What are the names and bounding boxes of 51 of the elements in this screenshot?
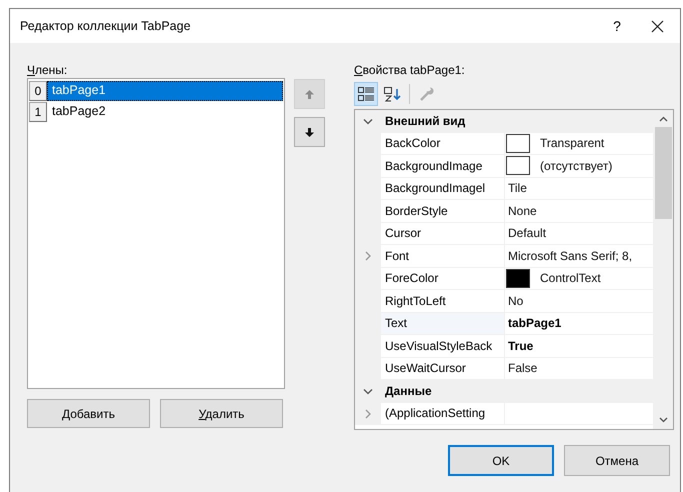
- move-up-button[interactable]: [294, 79, 325, 109]
- down-arrow-icon: [305, 128, 314, 136]
- property-name[interactable]: BackgroundImage: [381, 155, 504, 176]
- index-badge: 0: [29, 80, 47, 100]
- property-name[interactable]: BackgroundImagel: [381, 178, 504, 199]
- toolbar-button[interactable]: [354, 82, 378, 106]
- sort-az-icon: [384, 86, 400, 102]
- property-value[interactable]: True: [508, 336, 534, 355]
- property-value[interactable]: Transparent: [540, 134, 604, 152]
- property-name[interactable]: BorderStyle: [381, 200, 504, 222]
- property-value[interactable]: ControlText: [540, 269, 601, 288]
- property-name[interactable]: UseVisualStyleBack: [381, 335, 504, 356]
- property-value[interactable]: False: [508, 359, 538, 378]
- action-button[interactable]: Удалить: [160, 399, 283, 428]
- property-value[interactable]: Tile: [508, 179, 527, 198]
- up-arrow-icon: [305, 90, 314, 98]
- property-name[interactable]: Text: [381, 312, 504, 334]
- property-value[interactable]: Default: [508, 224, 546, 242]
- properties-label: Свойства tabPage1:: [354, 62, 466, 78]
- scroll-up-icon: [658, 116, 668, 122]
- wrench-icon: [419, 86, 435, 102]
- collapse-chevron-icon[interactable]: [363, 118, 373, 125]
- scroll-down-icon: [658, 417, 668, 423]
- property-value[interactable]: (отсутствует): [540, 156, 612, 175]
- property-name[interactable]: RightToLeft: [381, 290, 504, 312]
- window-title: Редактор коллекции TabPage: [20, 18, 191, 35]
- property-name[interactable]: UseWaitCursor: [381, 358, 504, 379]
- dialog-button[interactable]: Отмена: [564, 445, 670, 476]
- scrollbar[interactable]: [653, 110, 673, 429]
- property-name[interactable]: (ApplicationSetting: [381, 402, 504, 424]
- member-item[interactable]: tabPage2: [47, 102, 283, 122]
- scroll-thumb[interactable]: [654, 127, 672, 219]
- help-button[interactable]: ?: [600, 11, 634, 41]
- index-badge: 1: [29, 102, 47, 122]
- action-button[interactable]: Добавить: [27, 399, 150, 428]
- dialog-button[interactable]: OK: [448, 445, 554, 476]
- property-value[interactable]: tabPage1: [508, 314, 562, 332]
- property-name[interactable]: ForeColor: [381, 268, 504, 289]
- close-icon: [650, 20, 664, 32]
- property-name[interactable]: Font: [381, 245, 504, 266]
- move-down-button[interactable]: [294, 117, 325, 147]
- property-value[interactable]: No: [508, 292, 524, 310]
- property-value[interactable]: Microsoft Sans Serif; 8,: [508, 246, 632, 265]
- categorized-icon: [358, 87, 374, 101]
- collapse-chevron-icon[interactable]: [363, 388, 373, 395]
- members-label: Члены:: [27, 62, 68, 78]
- property-name[interactable]: Cursor: [381, 222, 504, 244]
- property-value[interactable]: None: [508, 202, 537, 220]
- member-item[interactable]: tabPage1: [47, 80, 283, 100]
- property-name[interactable]: BackColor: [381, 132, 504, 154]
- members-list[interactable]: 0 tabPage1 1 tabPage2: [27, 78, 285, 389]
